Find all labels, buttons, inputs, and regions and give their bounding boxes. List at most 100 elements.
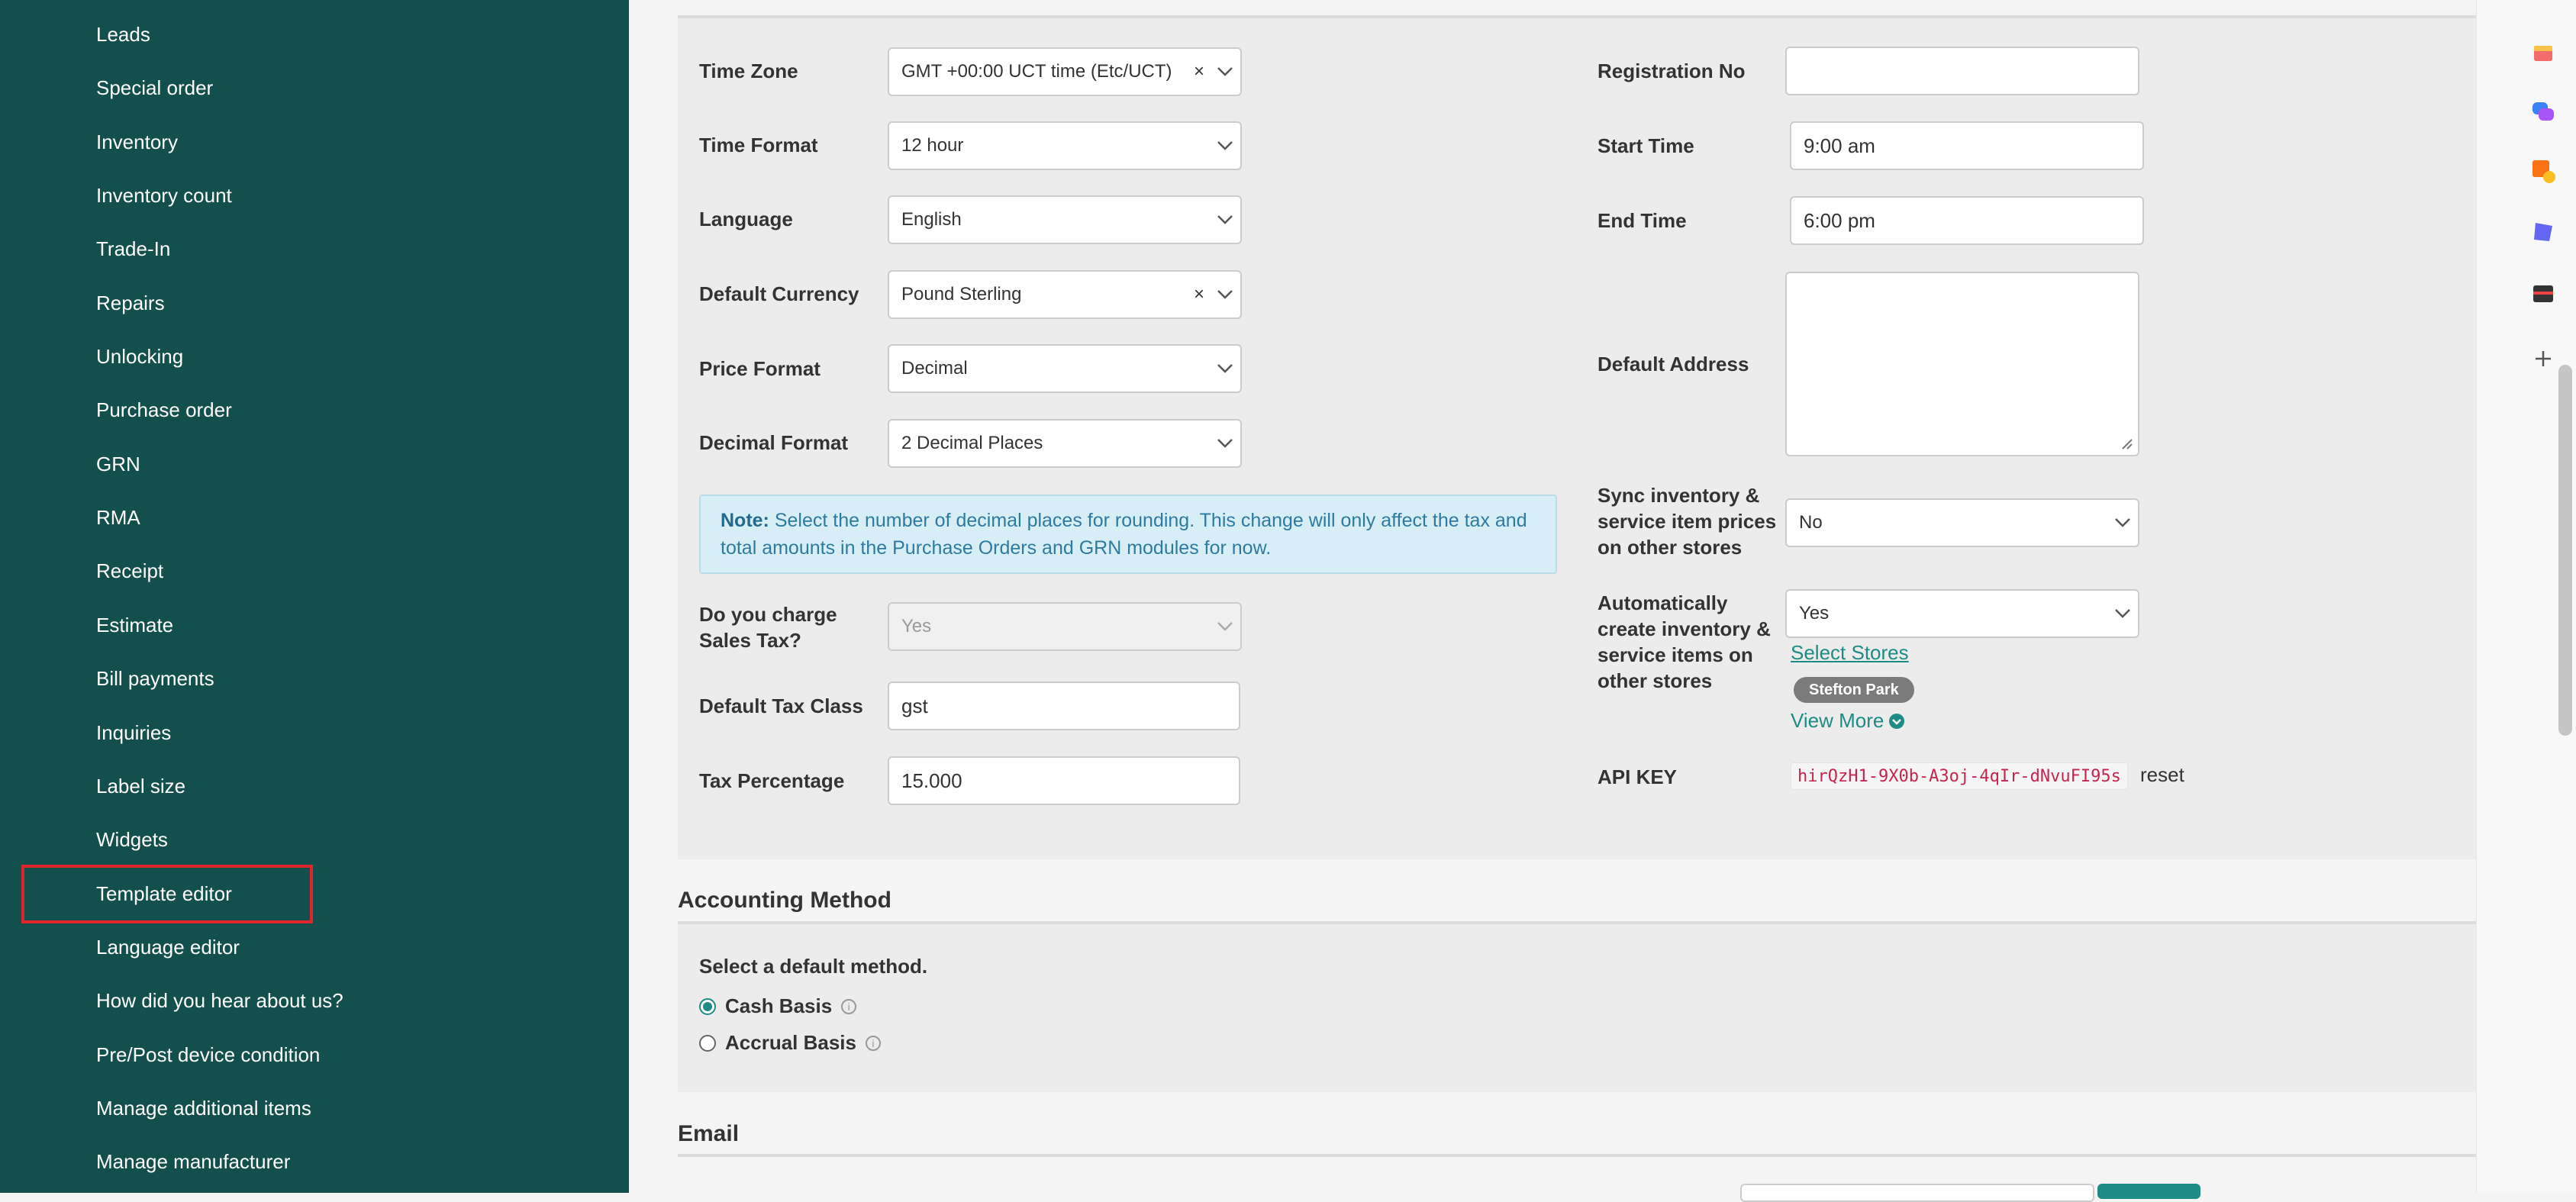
default-tax-class-label: Default Tax Class [699,694,863,717]
email-button-partial[interactable] [2097,1184,2200,1199]
price-format-value: Decimal [901,358,968,379]
sidebar-item-inventory[interactable]: Inventory [96,129,178,155]
sync-inventory-select[interactable]: No [1785,498,2139,547]
chat-icon[interactable] [2529,98,2557,125]
highlight-box [21,865,313,923]
sidebar-item-language-editor[interactable]: Language editor [96,934,240,960]
time-format-select[interactable]: 12 hour [888,121,1242,170]
chevron-down-icon [1210,123,1240,169]
email-title: Email [678,1121,740,1146]
time-zone-label: Time Zone [699,60,798,82]
default-currency-value: Pound Sterling [901,284,1022,305]
sidebar-item-device-condition[interactable]: Pre/Post device condition [96,1042,320,1068]
sidebar-item-repairs[interactable]: Repairs [96,290,165,316]
scrollbar-thumb[interactable] [2558,365,2572,736]
sidebar-item-special-order[interactable]: Special order [96,75,213,101]
shield-icon[interactable] [2529,218,2557,246]
sidebar-item-inventory-count[interactable]: Inventory count [96,182,232,208]
api-key-reset-link[interactable]: reset [2140,763,2184,787]
registration-no-input[interactable] [1785,47,2139,95]
default-address-textarea[interactable] [1785,272,2139,456]
sidebar-item-label-size[interactable]: Label size [96,773,185,799]
chevron-down-icon [1210,346,1240,392]
sync-inventory-label: Sync inventory & service item prices on … [1598,484,1777,559]
default-tax-class-input[interactable]: gst [888,682,1240,730]
store-badge: Stefton Park [1794,677,1914,703]
chevron-down-icon [1210,421,1240,466]
registration-no-label: Registration No [1598,60,1746,82]
gift-icon[interactable] [2529,38,2557,66]
accrual-basis-option[interactable]: Accrual Basis i [699,1031,881,1055]
start-time-value: 9:00 am [1804,134,1875,157]
clear-icon[interactable]: × [1188,61,1210,82]
decimal-note: Note: Select the number of decimal place… [699,495,1557,574]
api-key-label: API KEY [1598,765,1678,788]
accrual-basis-label: Accrual Basis [725,1031,856,1054]
sidebar-item-inquiries[interactable]: Inquiries [96,720,171,746]
accounting-subtitle: Select a default method. [699,955,928,978]
resize-handle-icon[interactable] [2120,437,2133,450]
default-currency-select[interactable]: Pound Sterling × [888,270,1242,319]
section-divider [678,15,2476,18]
sidebar-item-widgets[interactable]: Widgets [96,827,168,852]
sidebar-item-grn[interactable]: GRN [96,451,140,477]
end-time-label: End Time [1598,209,1687,232]
language-value: English [901,209,962,230]
sidebar-item-manage-manufacturer[interactable]: Manage manufacturer [96,1149,290,1175]
cash-basis-label: Cash Basis [725,994,833,1017]
select-stores-link[interactable]: Select Stores [1791,641,1909,665]
sidebar-item-receipt[interactable]: Receipt [96,558,163,584]
auto-create-select[interactable]: Yes [1785,589,2139,638]
cash-basis-option[interactable]: Cash Basis i [699,994,857,1018]
view-more-label: View More [1791,709,1884,732]
view-more-link[interactable]: View More [1791,709,1905,733]
start-time-label: Start Time [1598,134,1694,157]
chevron-down-icon [2107,591,2138,636]
chevron-circle-down-icon [1889,713,1905,729]
time-zone-select[interactable]: GMT +00:00 UCT time (Etc/UCT) × [888,47,1242,96]
end-time-input[interactable]: 6:00 pm [1790,196,2144,245]
tax-percentage-input[interactable]: 15.000 [888,756,1240,805]
shapes-icon[interactable] [2529,157,2557,185]
chevron-down-icon [1210,49,1240,95]
language-select[interactable]: English [888,195,1242,244]
price-format-label: Price Format [699,357,821,380]
auto-create-value: Yes [1799,603,1830,624]
time-format-value: 12 hour [901,135,964,156]
auto-create-label: Automatically create inventory & service… [1598,591,1771,692]
sidebar-item-manage-additional-items[interactable]: Manage additional items [96,1095,311,1121]
info-icon: i [865,1035,881,1051]
sidebar-item-purchase-order[interactable]: Purchase order [96,397,232,423]
price-format-select[interactable]: Decimal [888,344,1242,393]
note-text: Select the number of decimal places for … [721,510,1527,559]
note-prefix: Note: [721,510,769,531]
add-icon[interactable] [2529,345,2557,372]
decimal-format-select[interactable]: 2 Decimal Places [888,419,1242,468]
info-icon: i [841,998,857,1014]
charge-sales-tax-label: Do you charge Sales Tax? [699,603,837,652]
sidebar-item-how-did-you-hear[interactable]: How did you hear about us? [96,988,343,1013]
decimal-format-label: Decimal Format [699,431,849,454]
default-currency-label: Default Currency [699,282,859,305]
clear-icon[interactable]: × [1188,284,1210,305]
accrual-basis-radio[interactable] [699,1034,716,1052]
chevron-down-icon [1210,604,1240,649]
start-time-input[interactable]: 9:00 am [1790,121,2144,170]
language-label: Language [699,208,793,230]
cash-basis-radio[interactable] [699,997,716,1015]
charge-sales-tax-value: Yes [901,616,932,636]
default-address-label: Default Address [1598,353,1749,375]
sidebar-item-bill-payments[interactable]: Bill payments [96,665,214,691]
sidebar-item-leads[interactable]: Leads [96,21,150,47]
charge-sales-tax-select: Yes [888,602,1242,651]
section-divider [678,1154,2476,1157]
sidebar-item-unlocking[interactable]: Unlocking [96,343,183,369]
email-input-partial[interactable] [1740,1184,2094,1202]
sidebar-item-trade-in[interactable]: Trade-In [96,236,170,262]
end-time-value: 6:00 pm [1804,208,1875,232]
sidebar-item-estimate[interactable]: Estimate [96,612,173,638]
sidebar-item-rma[interactable]: RMA [96,504,140,530]
accounting-panel [678,924,2476,1092]
wallet-icon[interactable] [2529,279,2557,307]
accounting-method-title: Accounting Method [678,888,891,913]
